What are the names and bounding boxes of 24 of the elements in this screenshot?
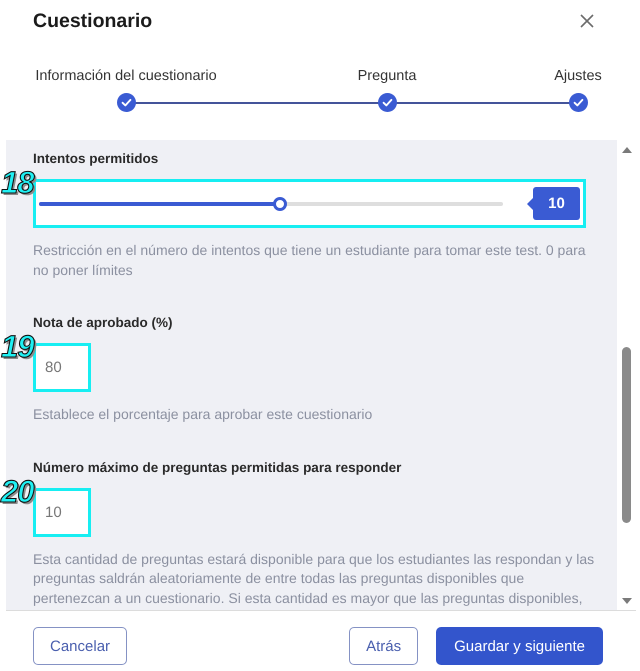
dialog-title: Cuestionario bbox=[33, 9, 152, 33]
scrollbar-thumb[interactable] bbox=[622, 347, 631, 523]
callout-number: 18 bbox=[0, 164, 35, 202]
primary-button[interactable]: Guardar y siguiente bbox=[436, 627, 603, 665]
slider-thumb[interactable] bbox=[273, 196, 288, 210]
number-input[interactable]: 10 bbox=[33, 488, 91, 536]
help-text: Establece el porcentaje para aprobar este cuestionario bbox=[33, 405, 374, 424]
outline-button[interactable]: Atrás bbox=[349, 627, 418, 665]
step-label: Ajustes bbox=[554, 67, 602, 85]
help-text: Esta cantidad de preguntas estará disponible para que los estudiantes las respondan y las preguntas saldrán aleatoriamente de entre todas las preguntas disponibles que pertenezcan a un cuestionario. Si esta cantidad es mayor que las preguntas disponibles, bbox=[33, 550, 595, 608]
caret-up-icon[interactable] bbox=[622, 147, 632, 153]
step-label: Pregunta bbox=[358, 67, 416, 85]
number-input[interactable]: 80 bbox=[33, 343, 91, 392]
step-label: Información del cuestionario bbox=[35, 67, 217, 85]
field-label: Nota de aprobado (%) bbox=[33, 314, 174, 332]
outline-button[interactable]: Cancelar bbox=[33, 627, 128, 665]
callout-number: 19 bbox=[0, 328, 35, 366]
callout-number: 20 bbox=[0, 472, 35, 510]
close-icon[interactable] bbox=[580, 14, 594, 28]
help-text: Restricción en el número de intentos que tiene un estudiante para tomar este test. 0 para no poner límites bbox=[33, 241, 587, 280]
field-label: Intentos permitidos bbox=[33, 150, 160, 168]
field-label: Número máximo de preguntas permitidas para responder bbox=[33, 458, 402, 476]
caret-down-icon[interactable] bbox=[622, 598, 632, 604]
slider-track[interactable] bbox=[39, 196, 503, 210]
